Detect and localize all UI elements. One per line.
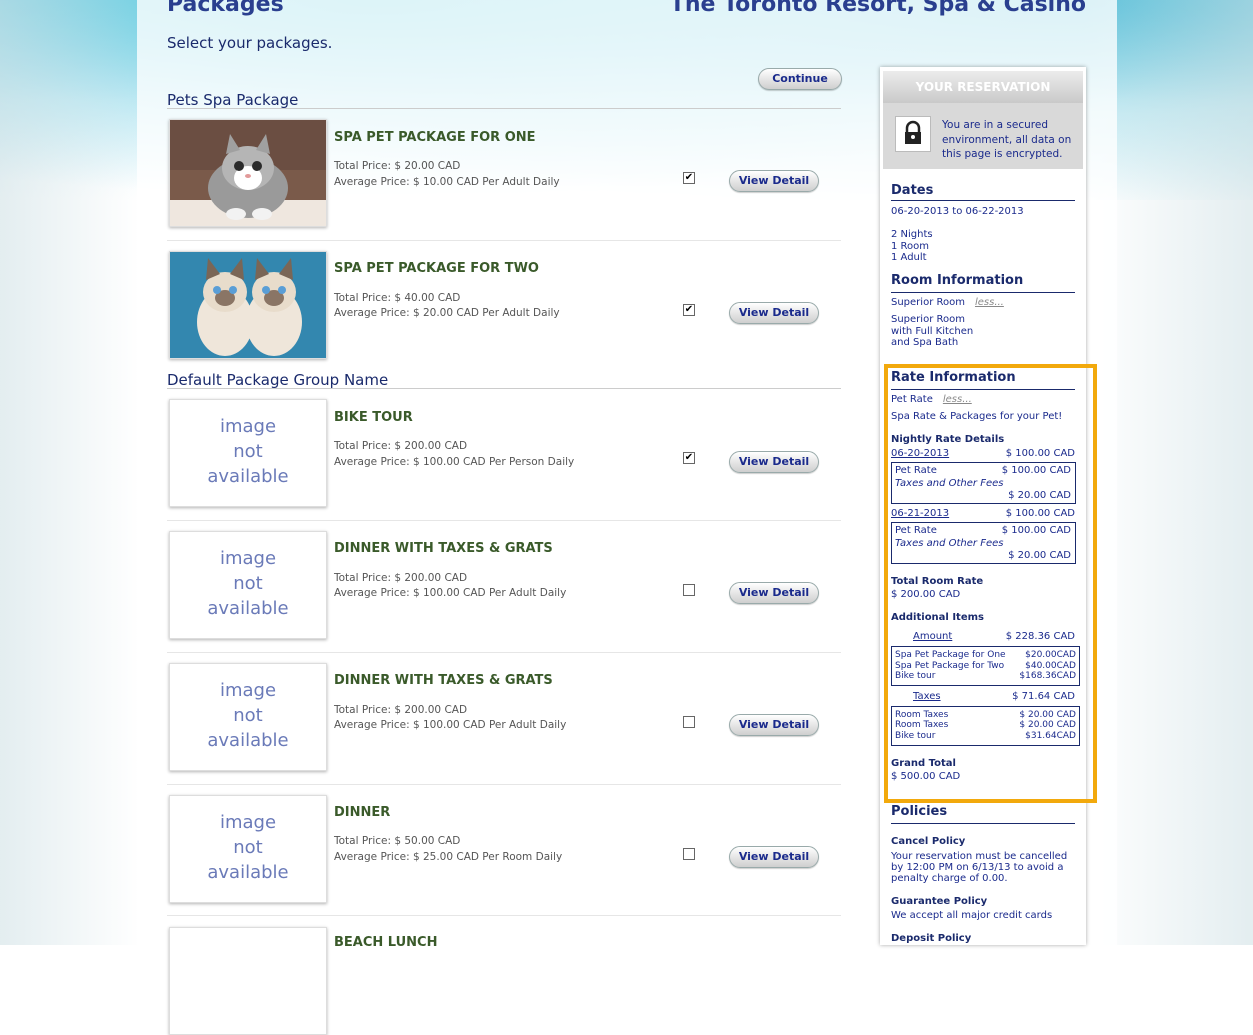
package-total-price: Total Price: $ 40.00 CAD (334, 292, 461, 304)
group-title-pets-spa: Pets Spa Package (167, 91, 299, 109)
adults-count: 1 Adult (891, 252, 927, 263)
package-name: SPA PET PACKAGE FOR TWO (334, 261, 539, 276)
package-average-price: Average Price: $ 100.00 CAD Per Person D… (334, 456, 575, 468)
package-total-price: Total Price: $ 50.00 CAD (334, 835, 461, 847)
rate-info-highlight (884, 364, 1097, 803)
row-divider (167, 240, 841, 241)
package-average-price: Average Price: $ 100.00 CAD Per Adult Da… (334, 587, 567, 599)
cancel-policy-text: penalty charge of 0.00. (891, 873, 1008, 884)
image-not-available-text: image not available (207, 680, 289, 751)
package-image-placeholder: image not available (169, 795, 327, 903)
cancel-policy-text: Your reservation must be cancelled (891, 851, 1068, 862)
room-name: Superior Room less... (891, 297, 1004, 308)
row-divider (167, 915, 841, 916)
row-divider (167, 520, 841, 521)
room-desc: Superior Room (891, 314, 965, 325)
row-divider (167, 652, 841, 653)
package-name: SPA PET PACKAGE FOR ONE (334, 130, 536, 145)
package-average-price: Average Price: $ 10.00 CAD Per Adult Dai… (334, 176, 560, 188)
package-image-placeholder (169, 927, 327, 1035)
package-image-placeholder: image not available (169, 531, 327, 639)
package-average-price: Average Price: $ 100.00 CAD Per Adult Da… (334, 719, 567, 731)
row-divider (167, 784, 841, 785)
less-link[interactable]: less... (975, 297, 1004, 308)
package-name: BIKE TOUR (334, 410, 413, 425)
view-detail-button[interactable]: View Detail (729, 846, 819, 868)
package-image-placeholder: image not available (169, 663, 327, 771)
package-image-two-kittens (169, 251, 327, 359)
cancel-policy-title: Cancel Policy (891, 836, 966, 847)
package-name: BEACH LUNCH (334, 935, 438, 950)
image-not-available-text: image not available (207, 812, 289, 883)
background-left (0, 0, 140, 945)
package-select-checkbox[interactable]: ✔ (683, 172, 695, 184)
guarantee-policy-title: Guarantee Policy (891, 896, 988, 907)
continue-button[interactable]: Continue (758, 68, 842, 90)
policies-title: Policies (891, 804, 948, 819)
group-title-default: Default Package Group Name (167, 371, 389, 389)
package-select-checkbox[interactable]: ✔ (683, 304, 695, 316)
date-range: 06-20-2013 to 06-22-2013 (891, 206, 1024, 217)
hotel-name: The Toronto Resort, Spa & Casino (669, 0, 1086, 17)
cancel-policy-text: by 12:00 PM on 6/13/13 to avoid a (891, 862, 1064, 873)
group-divider (167, 388, 841, 389)
room-desc: with Full Kitchen (891, 326, 974, 337)
section-rule (891, 292, 1075, 293)
secure-notice-text: You are in a secured environment, all da… (942, 119, 1072, 160)
package-total-price: Total Price: $ 200.00 CAD (334, 440, 468, 452)
package-name: DINNER WITH TAXES & GRATS (334, 673, 553, 688)
package-total-price: Total Price: $ 200.00 CAD (334, 572, 468, 584)
view-detail-button[interactable]: View Detail (729, 170, 819, 192)
package-total-price: Total Price: $ 200.00 CAD (334, 704, 468, 716)
package-image-placeholder: image not available (169, 399, 327, 507)
package-select-checkbox[interactable]: ✔ (683, 452, 695, 464)
package-select-checkbox[interactable] (683, 848, 695, 860)
reservation-header: YOUR RESERVATION (883, 71, 1083, 103)
group-divider (167, 108, 841, 109)
image-not-available-text: image not available (207, 548, 289, 619)
page-subtitle: Select your packages. (167, 34, 333, 52)
package-name: DINNER WITH TAXES & GRATS (334, 541, 553, 556)
room-desc: and Spa Bath (891, 337, 959, 348)
guarantee-policy-text: We accept all major credit cards (891, 910, 1053, 921)
image-not-available-text: image not available (207, 416, 289, 487)
rooms-count: 1 Room (891, 241, 930, 252)
view-detail-button[interactable]: View Detail (729, 582, 819, 604)
package-select-checkbox[interactable] (683, 584, 695, 596)
page-title: Packages (167, 0, 284, 17)
section-rule (891, 200, 1075, 201)
package-total-price: Total Price: $ 20.00 CAD (334, 160, 461, 172)
section-rule (891, 823, 1075, 824)
package-select-checkbox[interactable] (683, 716, 695, 728)
package-average-price: Average Price: $ 25.00 CAD Per Room Dail… (334, 851, 563, 863)
dates-title: Dates (891, 183, 934, 198)
lock-icon (895, 116, 931, 152)
package-image-kitten (169, 119, 327, 227)
package-name: DINNER (334, 805, 391, 820)
view-detail-button[interactable]: View Detail (729, 714, 819, 736)
package-average-price: Average Price: $ 20.00 CAD Per Adult Dai… (334, 307, 560, 319)
view-detail-button[interactable]: View Detail (729, 302, 819, 324)
deposit-policy-title: Deposit Policy (891, 933, 972, 944)
room-info-title: Room Information (891, 273, 1024, 288)
view-detail-button[interactable]: View Detail (729, 451, 819, 473)
nights-count: 2 Nights (891, 229, 933, 240)
